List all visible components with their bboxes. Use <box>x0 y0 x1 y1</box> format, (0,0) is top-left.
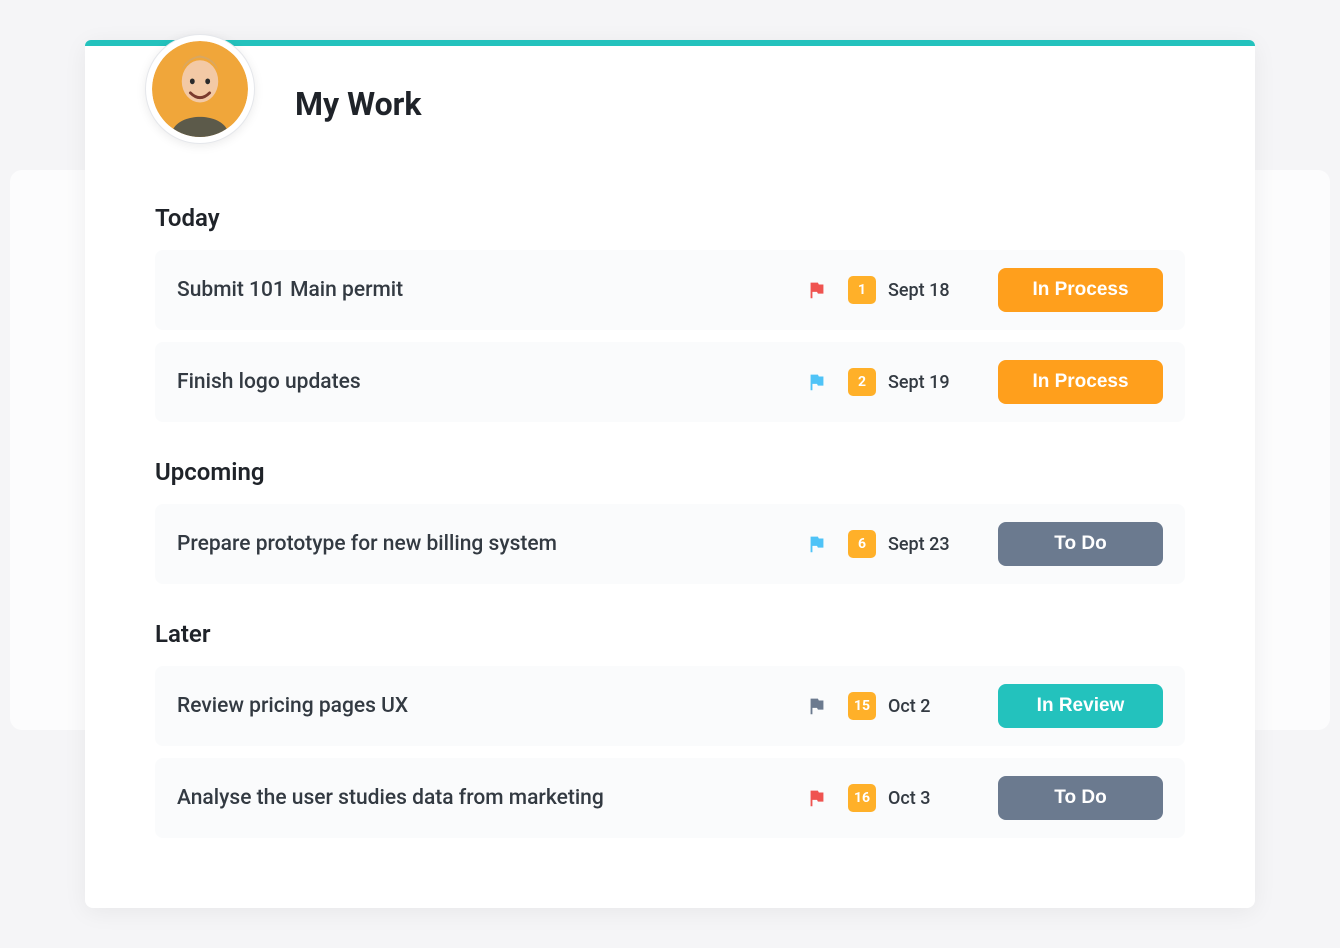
section-today: Today Submit 101 Main permit 1 Sept 18 I… <box>155 204 1185 422</box>
my-work-card: My Work Today Submit 101 Main permit 1 S… <box>85 40 1255 908</box>
task-row[interactable]: Review pricing pages UX 15 Oct 2 In Revi… <box>155 666 1185 746</box>
task-title: Submit 101 Main permit <box>177 278 786 302</box>
task-title: Analyse the user studies data from marke… <box>177 786 786 810</box>
avatar-icon <box>152 41 248 137</box>
day-chip: 6 <box>848 530 876 558</box>
section-title-today: Today <box>155 204 1185 232</box>
task-title: Prepare prototype for new billing system <box>177 532 786 556</box>
status-button[interactable]: In Process <box>998 268 1163 312</box>
task-sections: Today Submit 101 Main permit 1 Sept 18 I… <box>85 154 1255 908</box>
status-button[interactable]: In Review <box>998 684 1163 728</box>
status-button[interactable]: To Do <box>998 522 1163 566</box>
date-label: Sept 19 <box>888 372 950 393</box>
status-button[interactable]: To Do <box>998 776 1163 820</box>
section-title-later: Later <box>155 620 1185 648</box>
flag-icon[interactable] <box>806 787 828 809</box>
task-row[interactable]: Prepare prototype for new billing system… <box>155 504 1185 584</box>
date-label: Sept 23 <box>888 534 950 555</box>
task-title: Finish logo updates <box>177 370 786 394</box>
task-date: 6 Sept 23 <box>848 530 978 558</box>
task-date: 2 Sept 19 <box>848 368 978 396</box>
date-label: Oct 3 <box>888 788 931 809</box>
avatar[interactable] <box>145 34 255 144</box>
status-button[interactable]: In Process <box>998 360 1163 404</box>
day-chip: 1 <box>848 276 876 304</box>
day-chip: 16 <box>848 784 876 812</box>
flag-icon[interactable] <box>806 695 828 717</box>
task-title: Review pricing pages UX <box>177 694 786 718</box>
task-date: 15 Oct 2 <box>848 692 978 720</box>
date-label: Oct 2 <box>888 696 931 717</box>
page-title: My Work <box>295 85 421 123</box>
section-upcoming: Upcoming Prepare prototype for new billi… <box>155 458 1185 584</box>
task-row[interactable]: Analyse the user studies data from marke… <box>155 758 1185 838</box>
task-date: 16 Oct 3 <box>848 784 978 812</box>
section-title-upcoming: Upcoming <box>155 458 1185 486</box>
flag-icon[interactable] <box>806 533 828 555</box>
section-later: Later Review pricing pages UX 15 Oct 2 I… <box>155 620 1185 838</box>
flag-icon[interactable] <box>806 279 828 301</box>
date-label: Sept 18 <box>888 280 950 301</box>
day-chip: 15 <box>848 692 876 720</box>
task-row[interactable]: Finish logo updates 2 Sept 19 In Process <box>155 342 1185 422</box>
card-header: My Work <box>85 46 1255 154</box>
task-date: 1 Sept 18 <box>848 276 978 304</box>
flag-icon[interactable] <box>806 371 828 393</box>
day-chip: 2 <box>848 368 876 396</box>
task-row[interactable]: Submit 101 Main permit 1 Sept 18 In Proc… <box>155 250 1185 330</box>
